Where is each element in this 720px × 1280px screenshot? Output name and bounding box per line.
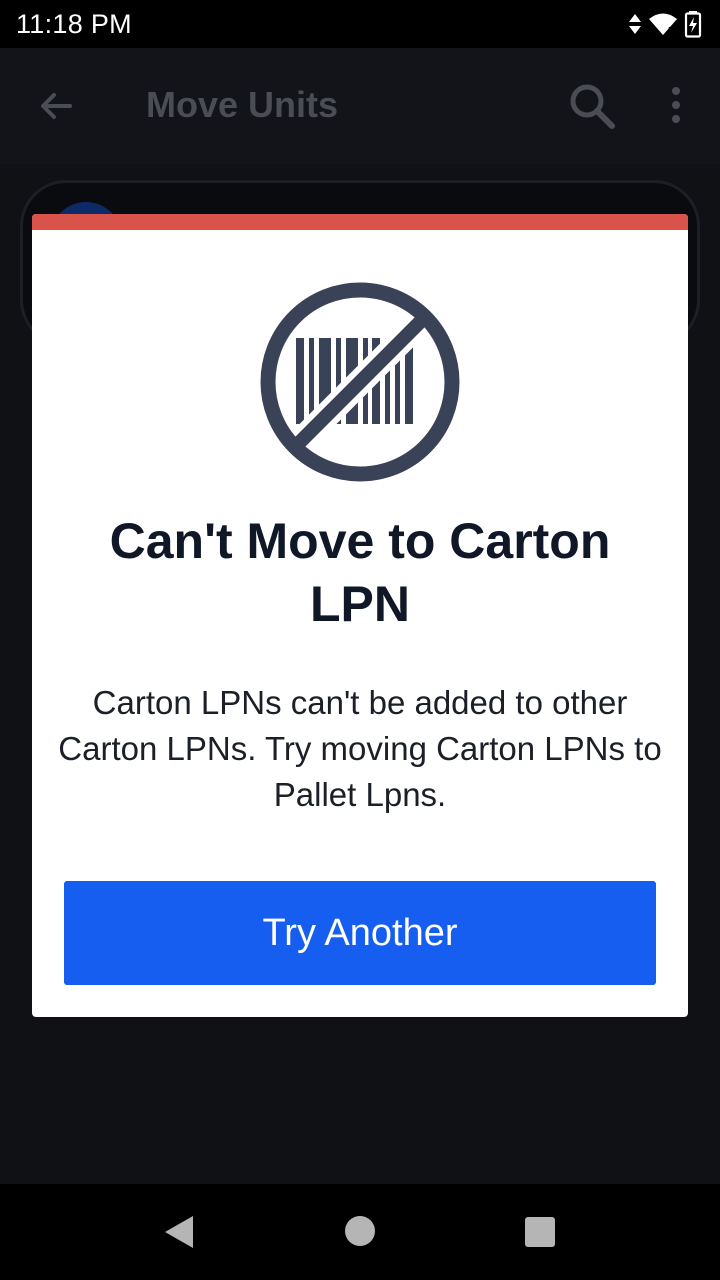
system-nav-bar (0, 1184, 720, 1280)
back-arrow-icon[interactable] (34, 84, 78, 128)
more-vert-icon[interactable] (664, 84, 688, 128)
no-barcode-icon (260, 282, 460, 482)
status-time: 11:18 PM (16, 8, 132, 39)
battery-charging-icon (684, 11, 702, 38)
status-icons: 5 (628, 10, 702, 38)
search-icon[interactable] (566, 80, 618, 132)
data-arrows-icon (629, 14, 641, 34)
dialog-message: Carton LPNs can't be added to other Cart… (58, 684, 662, 813)
svg-text:5: 5 (668, 26, 674, 36)
app-bar: Move Units (0, 48, 720, 164)
dialog-accent-bar (32, 214, 688, 230)
try-another-button[interactable]: Try Another (64, 881, 656, 985)
status-bar: 11:18 PM 5 (0, 0, 720, 48)
dialog-title: Can't Move to Carton LPN (109, 513, 611, 632)
nav-home-icon[interactable] (345, 1216, 375, 1246)
error-dialog: Can't Move to Carton LPN Carton LPNs can… (32, 214, 688, 1017)
screen: 11:18 PM 5 Move Units Can't Move to Cart… (0, 0, 720, 1280)
page-title: Move Units (146, 84, 339, 125)
wifi-icon: 5 (649, 13, 677, 36)
nav-recents-icon[interactable] (525, 1217, 555, 1247)
nav-back-icon[interactable] (162, 1214, 196, 1250)
